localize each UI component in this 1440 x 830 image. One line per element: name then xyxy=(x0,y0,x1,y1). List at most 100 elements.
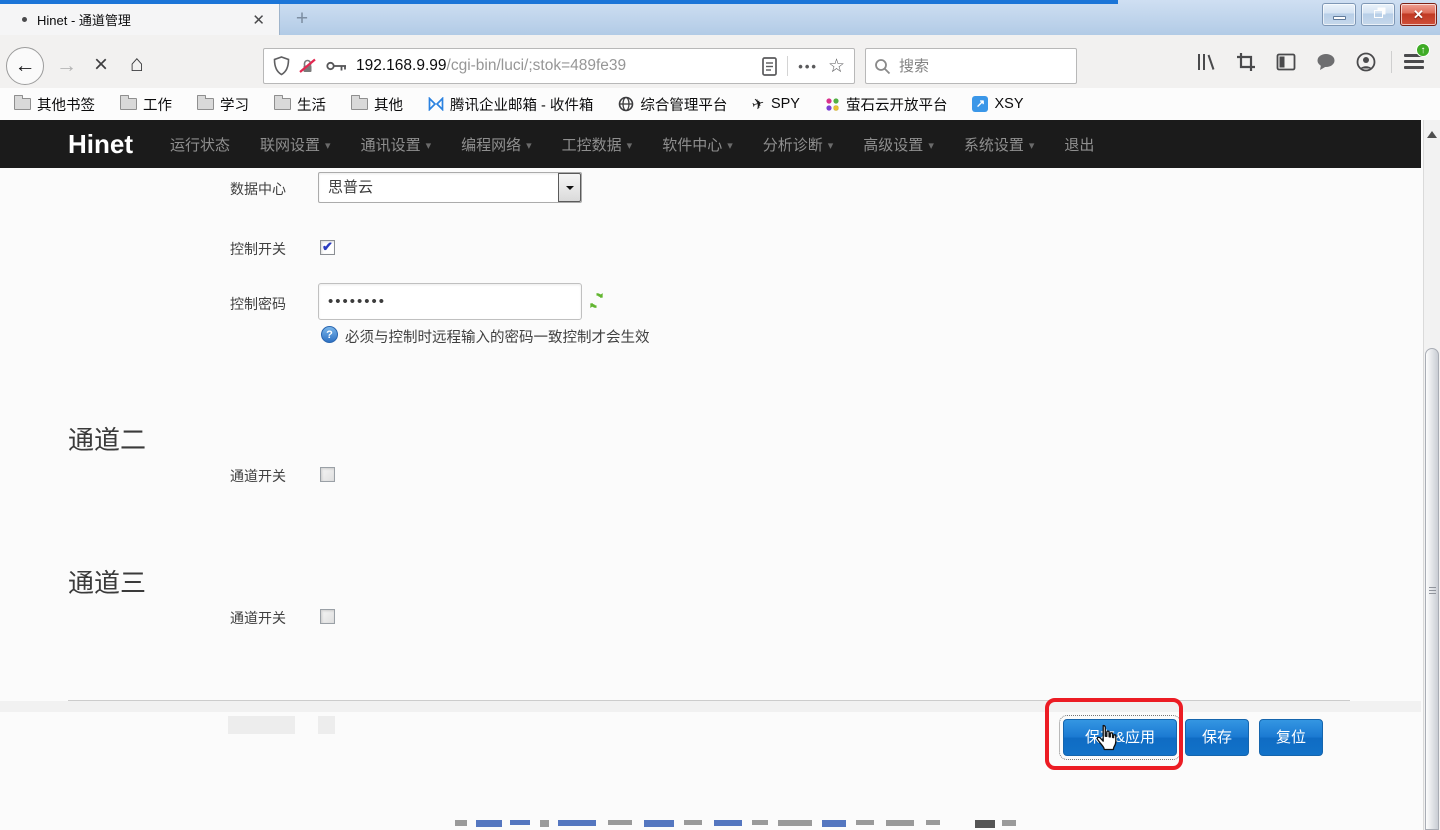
control-switch-checkbox[interactable] xyxy=(320,240,335,255)
bookmark-folder-misc[interactable]: 其他 xyxy=(351,94,403,115)
site-logo[interactable]: Hinet xyxy=(68,129,133,160)
mail-logo-icon xyxy=(428,97,444,111)
chevron-down-icon: ▾ xyxy=(526,139,532,152)
messages-icon[interactable] xyxy=(1316,52,1336,72)
library-icon[interactable] xyxy=(1196,52,1216,72)
page-content: 数据中心 思普云 控制开关 控制密码 ? 必须与控制时远程输入的密码一致控制才会… xyxy=(0,168,1421,830)
folder-icon xyxy=(14,98,31,110)
window-close-button[interactable]: ✕ xyxy=(1400,3,1437,26)
chevron-down-icon: ▾ xyxy=(928,139,934,152)
bookmark-folder-study[interactable]: 学习 xyxy=(197,94,249,115)
menu-logout[interactable]: 退出 xyxy=(1064,134,1094,155)
refresh-password-icon[interactable] xyxy=(588,292,605,309)
vertical-scrollbar[interactable] xyxy=(1423,120,1440,830)
chevron-down-icon: ▾ xyxy=(727,139,733,152)
bookmark-folder-other-bookmarks[interactable]: 其他书签 xyxy=(14,94,95,115)
data-center-select[interactable]: 思普云 xyxy=(318,172,582,203)
scrollbar-up-arrow-icon[interactable] xyxy=(1427,126,1437,138)
site-menu: 运行状态 联网设置▾ 通讯设置▾ 编程网络▾ 工控数据▾ 软件中心▾ 分析诊断▾… xyxy=(170,120,1094,168)
chevron-down-icon: ▾ xyxy=(1029,139,1035,152)
search-bar[interactable] xyxy=(865,48,1077,84)
browser-tab[interactable]: Hinet - 通道管理 ✕ xyxy=(0,4,280,35)
channel-3-heading: 通道三 xyxy=(68,563,146,600)
sidebar-icon[interactable] xyxy=(1276,52,1296,72)
folder-icon xyxy=(351,98,368,110)
insecure-lock-icon[interactable] xyxy=(299,58,317,74)
browser-window: Hinet - 通道管理 ✕ + ✕ ← → × ⌂ 192.168.9.99/… xyxy=(0,0,1440,830)
plane-icon: ✈ xyxy=(751,95,767,113)
reader-mode-icon[interactable] xyxy=(762,57,777,76)
divider xyxy=(787,56,788,76)
key-login-icon[interactable] xyxy=(326,60,347,72)
save-button[interactable]: 保存 xyxy=(1185,719,1249,756)
menu-running-status[interactable]: 运行状态 xyxy=(170,134,230,155)
stop-button[interactable]: × xyxy=(94,51,108,79)
reset-button[interactable]: 复位 xyxy=(1259,719,1323,756)
restore-button[interactable] xyxy=(1361,3,1395,26)
search-icon xyxy=(874,58,891,75)
folder-icon xyxy=(197,98,214,110)
folder-icon xyxy=(274,98,291,110)
account-icon[interactable] xyxy=(1356,52,1376,72)
password-hint-text: 必须与控制时远程输入的密码一致控制才会生效 xyxy=(345,326,650,347)
bookmark-mgmt-platform[interactable]: 综合管理平台 xyxy=(618,94,727,115)
xsy-logo-icon: ↗ xyxy=(972,96,988,112)
url-path: /cgi-bin/luci/;stok=489fe39 xyxy=(447,57,627,74)
menu-advanced-settings[interactable]: 高级设置▾ xyxy=(863,134,934,155)
screenshot-icon[interactable] xyxy=(1236,52,1256,72)
tab-title: Hinet - 通道管理 xyxy=(37,10,131,29)
back-button[interactable]: ← xyxy=(6,47,44,85)
url-text[interactable]: 192.168.9.99/cgi-bin/luci/;stok=489fe39 xyxy=(356,57,626,75)
folder-icon xyxy=(120,98,137,110)
tracking-shield-icon[interactable] xyxy=(273,56,290,76)
channel-3-switch-label: 通道开关 xyxy=(230,608,286,628)
menu-comm-settings[interactable]: 通讯设置▾ xyxy=(361,134,432,155)
control-password-input[interactable] xyxy=(318,283,582,320)
dots-logo-icon xyxy=(825,97,840,112)
control-password-label: 控制密码 xyxy=(230,294,286,314)
chevron-down-icon: ▾ xyxy=(828,139,834,152)
channel-3-switch-checkbox[interactable] xyxy=(320,609,335,624)
mouse-cursor xyxy=(1095,724,1119,751)
bookmarks-bar: 其他书签 工作 学习 生活 其他 腾讯企业邮箱 - 收件箱 综合管理平台 ✈SP… xyxy=(0,88,1440,120)
new-tab-button[interactable]: + xyxy=(288,7,316,32)
render-artifact xyxy=(318,716,335,734)
globe-icon xyxy=(618,96,634,112)
bookmark-xsy[interactable]: ↗XSY xyxy=(972,96,1023,112)
scrollbar-grip-icon xyxy=(1429,587,1436,596)
forward-button[interactable]: → xyxy=(56,54,77,78)
select-dropdown-arrow-icon[interactable] xyxy=(558,173,581,202)
title-bar: Hinet - 通道管理 ✕ + ✕ xyxy=(0,0,1440,35)
search-input[interactable] xyxy=(899,58,1049,75)
tab-favicon-icon xyxy=(22,17,27,22)
menu-software-center[interactable]: 软件中心▾ xyxy=(662,134,733,155)
minimize-icon xyxy=(1333,16,1346,20)
render-artifact xyxy=(228,716,295,734)
update-badge-icon: ↑ xyxy=(1416,43,1430,57)
window-close-icon: ✕ xyxy=(1401,4,1436,25)
data-center-label: 数据中心 xyxy=(230,179,286,199)
bookmark-tencent-mail[interactable]: 腾讯企业邮箱 - 收件箱 xyxy=(428,94,593,115)
page-actions-icon[interactable]: ••• xyxy=(798,59,818,74)
menu-system-settings[interactable]: 系统设置▾ xyxy=(964,134,1035,155)
chevron-down-icon: ▾ xyxy=(426,139,432,152)
bookmark-folder-life[interactable]: 生活 xyxy=(274,94,326,115)
bookmark-folder-work[interactable]: 工作 xyxy=(120,94,172,115)
clipped-footer-text xyxy=(0,818,1421,830)
url-bar[interactable]: 192.168.9.99/cgi-bin/luci/;stok=489fe39 … xyxy=(263,48,855,84)
control-switch-label: 控制开关 xyxy=(230,239,286,259)
chevron-down-icon: ▾ xyxy=(325,139,331,152)
minimize-button[interactable] xyxy=(1322,3,1356,26)
bookmark-ezviz-open[interactable]: 萤石云开放平台 xyxy=(825,94,948,115)
bookmark-spy[interactable]: ✈SPY xyxy=(752,96,800,112)
menu-programming-network[interactable]: 编程网络▾ xyxy=(461,134,532,155)
menu-diagnostics[interactable]: 分析诊断▾ xyxy=(763,134,834,155)
channel-2-switch-checkbox[interactable] xyxy=(320,467,335,482)
menu-network-settings[interactable]: 联网设置▾ xyxy=(260,134,331,155)
tab-close-icon[interactable]: ✕ xyxy=(248,11,269,29)
scrollbar-thumb[interactable] xyxy=(1425,348,1439,830)
menu-industrial-data[interactable]: 工控数据▾ xyxy=(562,134,633,155)
bookmark-star-icon[interactable]: ☆ xyxy=(828,55,845,78)
channel-2-heading: 通道二 xyxy=(68,420,146,457)
home-button[interactable]: ⌂ xyxy=(130,50,144,77)
